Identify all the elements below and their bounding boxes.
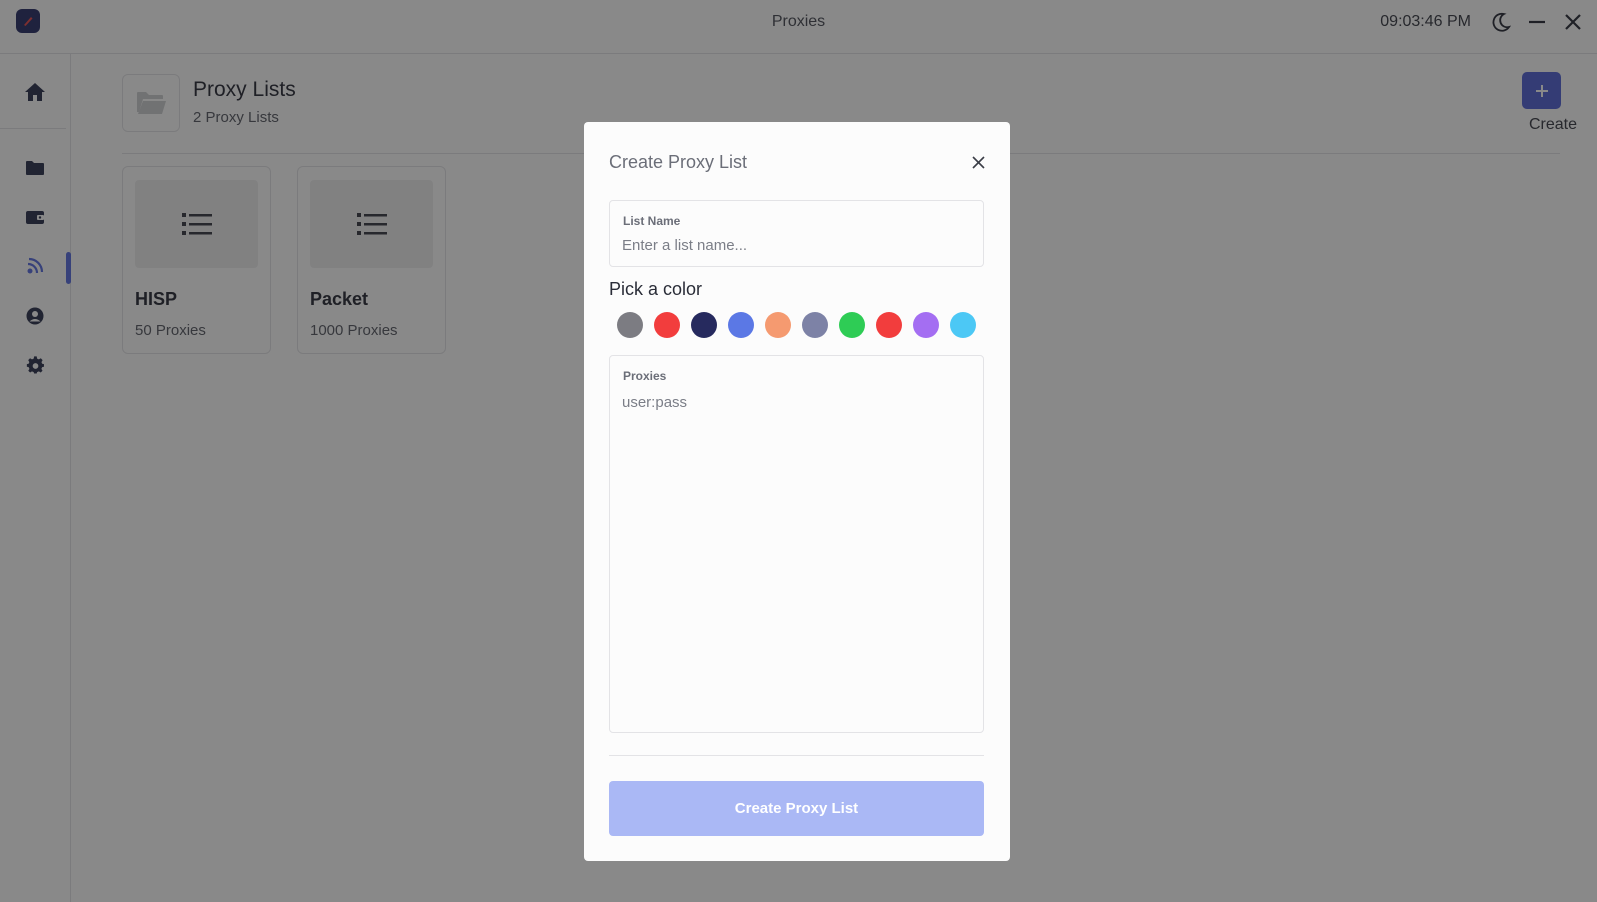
color-swatch[interactable] — [765, 312, 791, 338]
proxies-field: Proxies — [609, 355, 984, 733]
color-swatch[interactable] — [802, 312, 828, 338]
create-proxy-list-button[interactable]: Create Proxy List — [609, 781, 984, 836]
color-swatch[interactable] — [691, 312, 717, 338]
list-name-field: List Name — [609, 200, 984, 267]
create-proxy-list-dialog: Create Proxy List List Name Pick a color… — [584, 122, 1010, 861]
list-name-input[interactable] — [622, 235, 972, 255]
color-swatch[interactable] — [876, 312, 902, 338]
color-swatches — [617, 312, 976, 338]
close-dialog-button[interactable] — [968, 152, 988, 172]
dialog-divider — [609, 755, 984, 756]
list-name-label: List Name — [623, 214, 681, 228]
dialog-title: Create Proxy List — [609, 152, 748, 172]
proxies-label: Proxies — [623, 369, 667, 383]
color-swatch[interactable] — [728, 312, 754, 338]
color-swatch[interactable] — [654, 312, 680, 338]
color-swatch[interactable] — [839, 312, 865, 338]
pick-color-label: Pick a color — [609, 279, 703, 299]
close-icon — [971, 155, 985, 169]
color-swatch[interactable] — [617, 312, 643, 338]
color-swatch[interactable] — [913, 312, 939, 338]
proxies-textarea[interactable] — [622, 394, 972, 714]
color-swatch[interactable] — [950, 312, 976, 338]
